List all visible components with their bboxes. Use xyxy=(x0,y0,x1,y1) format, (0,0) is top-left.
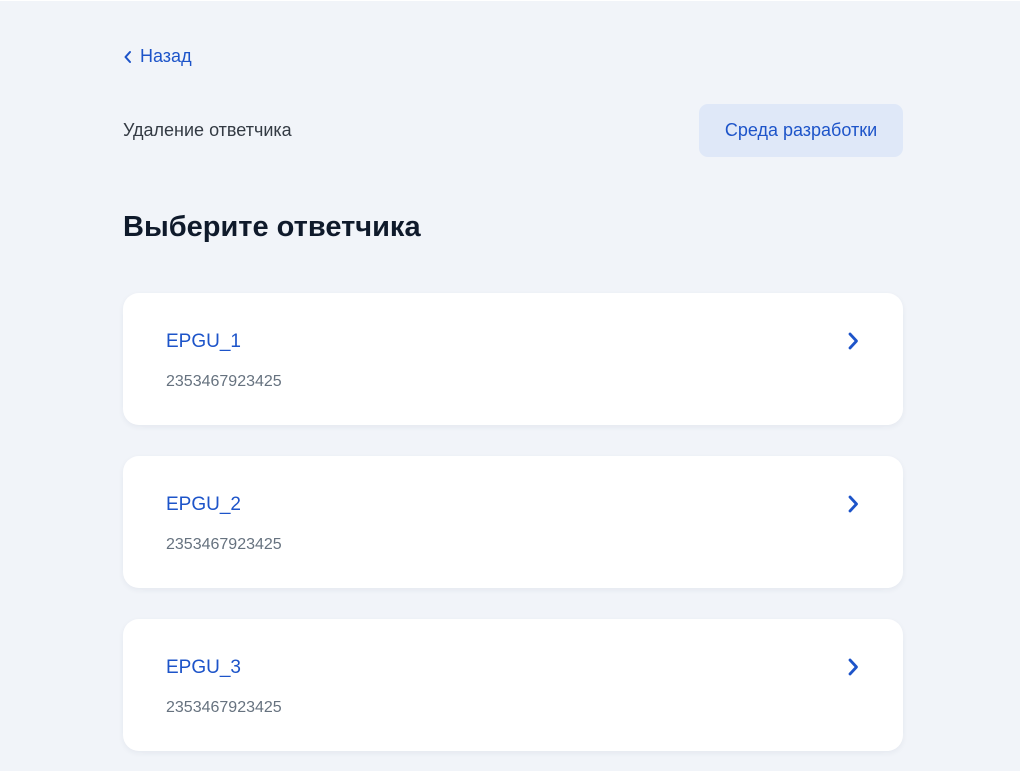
respondent-card[interactable]: EPGU_1 2353467923425 xyxy=(123,293,903,425)
respondent-id: 2353467923425 xyxy=(166,373,282,390)
respondent-name: EPGU_2 xyxy=(166,494,241,515)
chevron-right-icon xyxy=(846,331,860,351)
page: Назад Удаление ответчика Среда разработк… xyxy=(0,0,1020,771)
respondent-name: EPGU_3 xyxy=(166,657,241,678)
back-link[interactable]: Назад xyxy=(123,46,192,67)
respondent-card[interactable]: EPGU_2 2353467923425 xyxy=(123,456,903,588)
respondent-id: 2353467923425 xyxy=(166,536,282,553)
respondent-name: EPGU_1 xyxy=(166,331,241,352)
page-title: Выберите ответчика xyxy=(123,211,421,243)
respondent-id: 2353467923425 xyxy=(166,699,282,716)
chevron-right-icon xyxy=(846,657,860,677)
respondent-card[interactable]: EPGU_3 2353467923425 xyxy=(123,619,903,751)
chevron-right-icon xyxy=(846,494,860,514)
chevron-left-icon xyxy=(123,50,133,64)
back-link-label: Назад xyxy=(140,46,192,66)
environment-badge: Среда разработки xyxy=(699,104,903,157)
service-title: Удаление ответчика xyxy=(123,120,292,140)
respondent-list: EPGU_1 2353467923425 EPGU_2 235346792342… xyxy=(123,293,903,771)
